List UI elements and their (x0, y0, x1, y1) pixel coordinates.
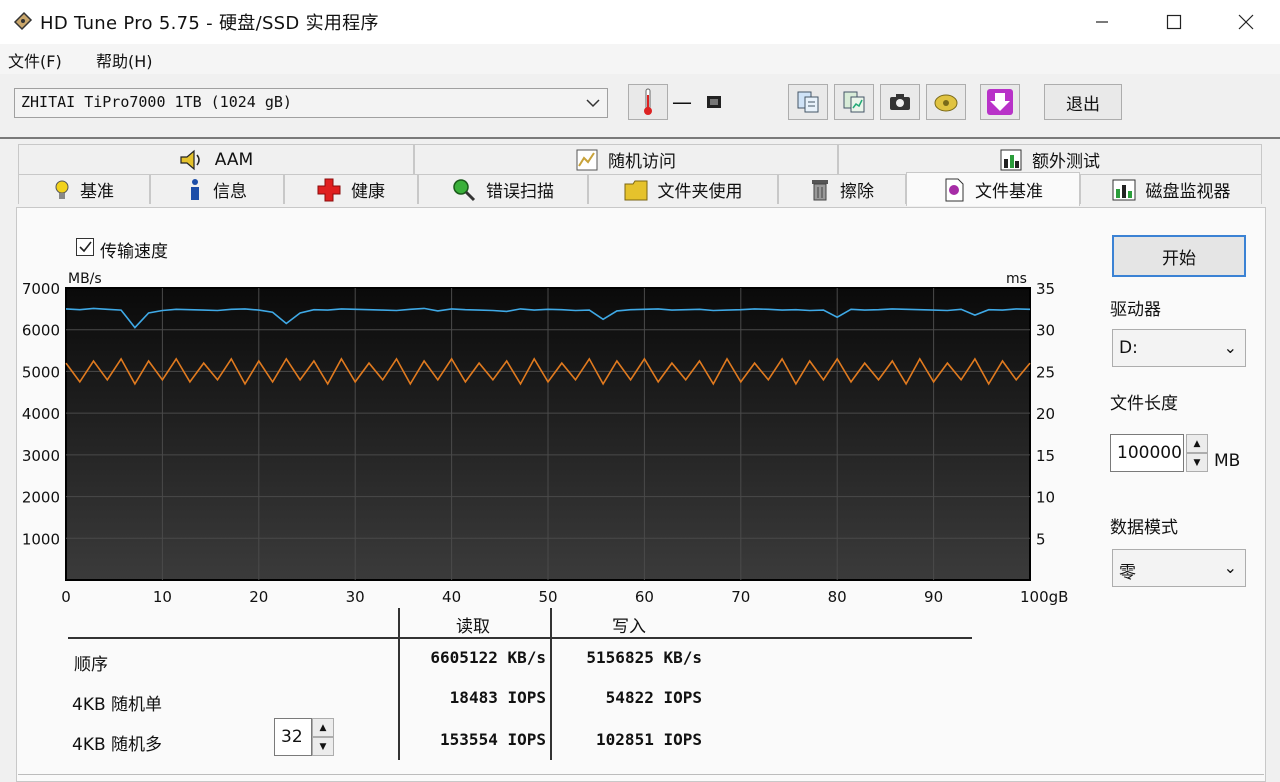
x-tick-label: 90 (924, 588, 943, 606)
y-right-tick-label: 5 (1036, 530, 1046, 548)
results-divider-left (398, 608, 400, 760)
queue-depth-down[interactable]: ▼ (312, 737, 334, 756)
x-tick-label: 20 (249, 588, 268, 606)
row-sequential-label: 顺序 (74, 655, 108, 675)
drive-dropdown-value: D: (1119, 338, 1138, 358)
chevron-down-icon: ⌄ (1223, 558, 1237, 577)
results-header-line (68, 637, 972, 639)
x-tick-label: 0 (61, 588, 71, 606)
x-tick-label: 10 (153, 588, 172, 606)
tab-disk-monitor-label: 磁盘监视器 (1145, 182, 1231, 202)
y-right-tick-label: 25 (1036, 363, 1055, 381)
file-length-down[interactable]: ▼ (1186, 453, 1208, 472)
file-length-value: 100000 (1117, 443, 1182, 463)
file-length-input[interactable]: 100000 (1110, 434, 1184, 472)
y-right-unit-label: ms (1006, 271, 1027, 287)
row-4kb-multi-read: 153554 IOPS (440, 730, 546, 749)
row-4kb-single-read: 18483 IOPS (449, 688, 546, 707)
x-tick-label: 30 (346, 588, 365, 606)
queue-depth-input[interactable]: 32 (274, 718, 312, 756)
x-tick-label: 80 (828, 588, 847, 606)
x-tick-label: 50 (538, 588, 557, 606)
tab-disk-monitor[interactable]: 磁盘监视器 (1080, 174, 1262, 204)
disk-monitor-icon (1112, 179, 1135, 200)
row-sequential-read: 6605122 KB/s (430, 648, 546, 667)
down-arrow-icon: ▼ (1193, 457, 1201, 468)
data-mode-dropdown[interactable]: 零 ⌄ (1112, 549, 1246, 587)
up-arrow-icon: ▲ (1193, 438, 1201, 449)
file-length-label: 文件长度 (1110, 394, 1178, 414)
y-left-tick-label: 5000 (22, 363, 60, 381)
data-mode-label: 数据模式 (1110, 518, 1178, 538)
y-left-tick-label: 6000 (22, 322, 60, 340)
row-4kb-single-write: 54822 IOPS (605, 688, 702, 707)
results-divider-right (550, 608, 552, 760)
panel-bottom-line (18, 774, 1264, 775)
row-4kb-multi-write: 102851 IOPS (596, 730, 702, 749)
col-read-header: 读取 (456, 617, 490, 637)
y-right-tick-label: 10 (1036, 489, 1055, 507)
up-arrow-icon: ▲ (319, 722, 327, 733)
file-length-up[interactable]: ▲ (1186, 434, 1208, 453)
maximize-icon (1166, 14, 1182, 30)
y-left-unit-label: MB/s (68, 271, 102, 287)
x-tick-label: 60 (635, 588, 654, 606)
y-left-tick-label: 2000 (22, 489, 60, 507)
row-4kb-multi-label: 4KB 随机多 (72, 735, 163, 755)
down-arrow-icon: ▼ (319, 741, 327, 752)
y-left-tick-label: 3000 (22, 447, 60, 465)
y-left-tick-label: 4000 (22, 405, 60, 423)
close-icon (1238, 14, 1254, 30)
col-write-header: 写入 (612, 617, 646, 637)
y-right-tick-label: 30 (1036, 322, 1055, 340)
x-tick-label: 70 (731, 588, 750, 606)
drive-label: 驱动器 (1110, 300, 1161, 320)
x-tick-label: 40 (442, 588, 461, 606)
y-left-tick-label: 7000 (22, 280, 60, 298)
benchmark-chart: 0 10 20 30 40 50 60 70 80 90 100gB 7000 6000 5000 4000… (22, 271, 1069, 606)
y-right-tick-label: 20 (1036, 405, 1055, 423)
chevron-down-icon: ⌄ (1223, 338, 1237, 357)
y-right-tick-label: 15 (1036, 447, 1055, 465)
data-mode-value: 零 (1119, 563, 1136, 583)
y-left-tick-label: 1000 (22, 530, 60, 548)
start-button[interactable]: 开始 (1112, 235, 1246, 277)
drive-dropdown[interactable]: D: ⌄ (1112, 329, 1246, 367)
maximize-button[interactable] (1142, 0, 1206, 44)
close-button[interactable] (1214, 0, 1278, 44)
x-tick-label: 100gB (1020, 588, 1068, 606)
queue-depth-value: 32 (281, 727, 303, 747)
row-sequential-write: 5156825 KB/s (586, 648, 702, 667)
y-right-tick-label: 35 (1036, 280, 1055, 298)
file-length-unit: MB (1214, 451, 1241, 471)
queue-depth-up[interactable]: ▲ (312, 718, 334, 737)
row-4kb-single-label: 4KB 随机单 (72, 695, 163, 715)
